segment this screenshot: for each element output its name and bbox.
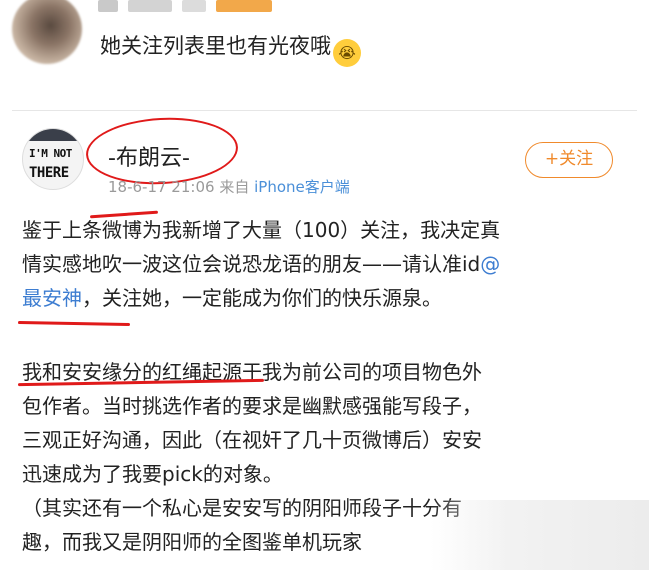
source-prefix: 来自: [219, 178, 250, 196]
text-line: 迅速成为了我要pick的对象。: [22, 462, 283, 486]
top-comment: 她关注列表里也有光夜哦 😭: [0, 0, 649, 92]
text-line: 三观正好沟通，因此（在视奸了几十页微博后）安安: [22, 428, 482, 452]
text-line: 鉴于上条微博为我新增了大量（100）关注，我决定真: [22, 218, 501, 242]
text-line: 最安神，关注她，一定能成为你们的快乐源泉。: [22, 281, 632, 315]
post-meta: 18-6-17 21:06 来自 iPhone客户端: [108, 176, 350, 197]
avatar-text-line1: I'M NOT: [29, 147, 72, 160]
commenter-name-blurred: [98, 0, 272, 14]
avatar-text-line2: THERE: [29, 165, 69, 181]
text-segment: 情实感地吹一波这位会说恐龙语的朋友——请认准id: [22, 252, 481, 276]
post-source[interactable]: iPhone客户端: [254, 178, 350, 196]
text-line: 包作者。当时挑选作者的要求是幽默感强能写段子，: [22, 394, 482, 418]
red-underline-annotation: [17, 321, 131, 326]
text-line: 情实感地吹一波这位会说恐龙语的朋友——请认准id@: [22, 247, 632, 281]
post-timestamp: 18-6-17 21:06: [108, 178, 215, 196]
crying-emoji-icon: 😭: [333, 39, 361, 67]
commenter-avatar[interactable]: [12, 0, 82, 64]
post-paragraph-1: 鉴于上条微博为我新增了大量（100）关注，我决定真 情实感地吹一波这位会说恐龙语…: [22, 213, 632, 315]
divider: [12, 110, 637, 111]
mention-link[interactable]: 最安神: [22, 286, 82, 310]
text-segment: ，关注她，一定能成为你们的快乐源泉。: [82, 286, 442, 310]
comment-text: 她关注列表里也有光夜哦 😭: [100, 30, 361, 67]
comment-body: 她关注列表里也有光夜哦: [100, 34, 331, 58]
post-author-avatar[interactable]: I'M NOT THERE: [22, 128, 84, 190]
mention-link-at[interactable]: @: [480, 252, 500, 276]
follow-button[interactable]: +关注: [525, 142, 613, 178]
watermark-blur: [430, 500, 649, 570]
